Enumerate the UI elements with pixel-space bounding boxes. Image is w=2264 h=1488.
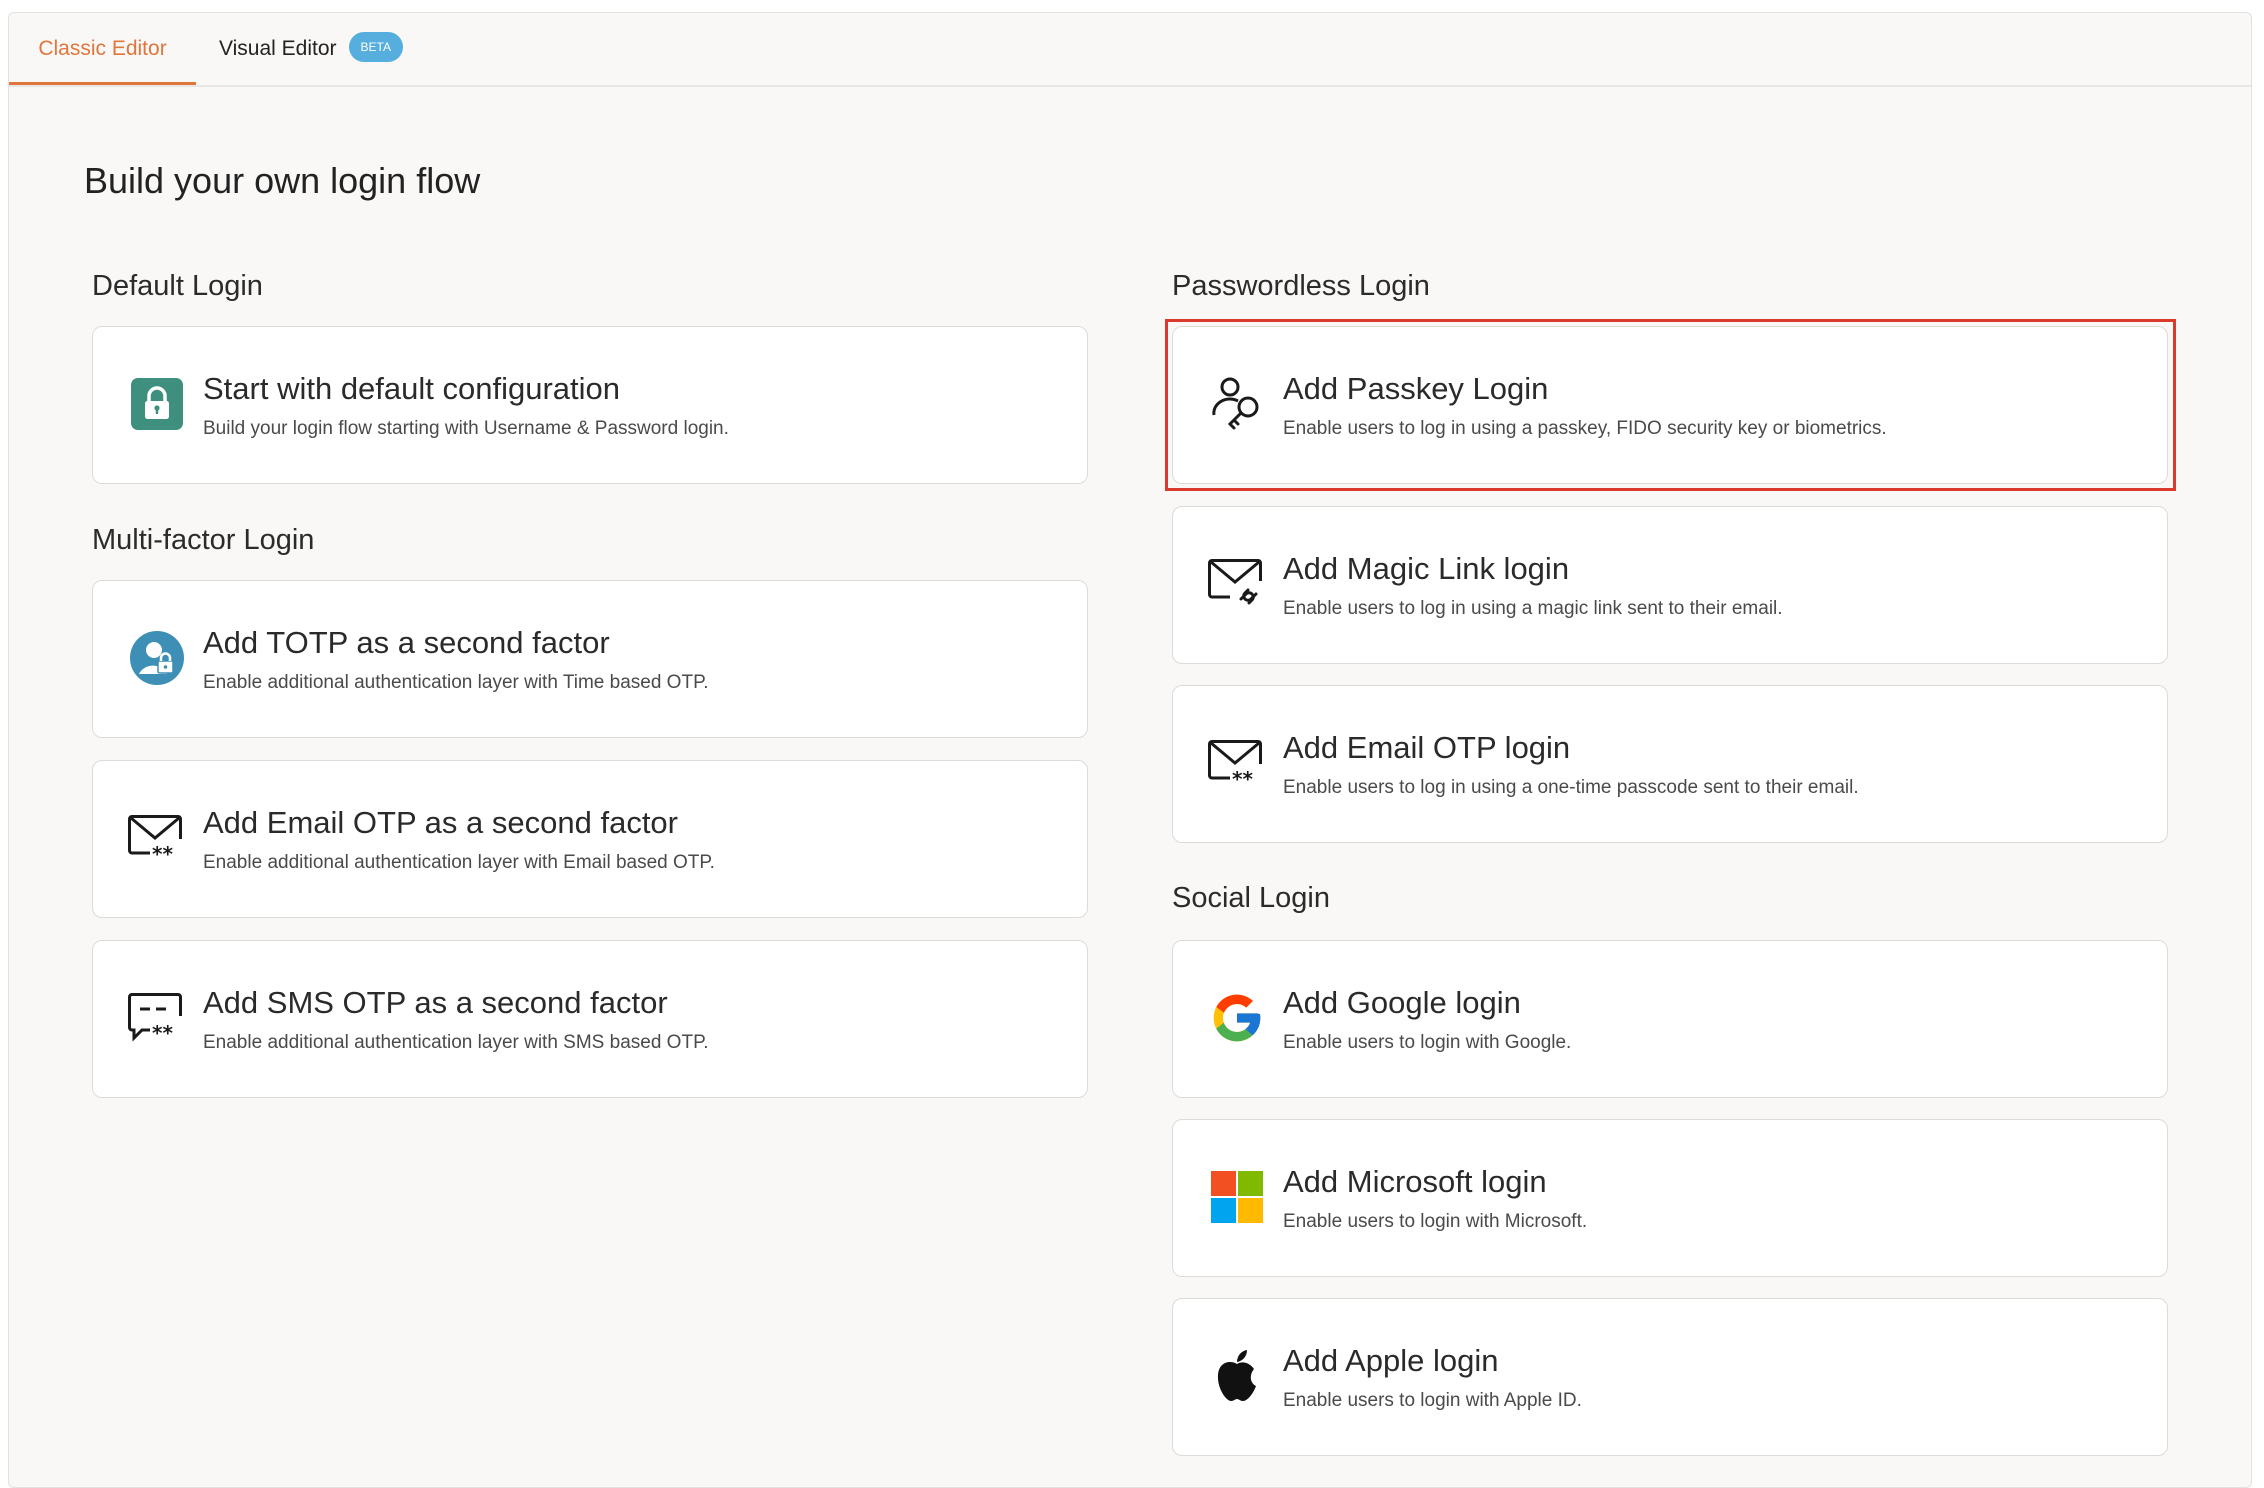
card-description: Enable users to log in using a magic lin… — [1283, 598, 1783, 619]
page-title: Build your own login flow — [84, 160, 481, 201]
svg-text:**: ** — [152, 842, 173, 863]
card-title: Add Email OTP login — [1283, 730, 1571, 765]
card-description: Enable users to log in using a passkey, … — [1283, 418, 1887, 439]
card-description: Enable additional authentication layer w… — [203, 1032, 709, 1053]
microsoft-icon — [1207, 1167, 1267, 1227]
tab-label: Classic Editor — [38, 37, 167, 60]
totp-user-lock-icon — [127, 628, 187, 688]
tab-visual-editor[interactable]: Visual Editor BETA — [219, 13, 434, 85]
card-sms-otp-second-factor[interactable]: ** Add SMS OTP as a second factor Enable… — [92, 940, 1088, 1098]
card-description: Enable additional authentication layer w… — [203, 672, 709, 693]
card-description: Enable users to log in using a one-time … — [1283, 777, 1859, 798]
card-description: Enable users to login with Apple ID. — [1283, 1390, 1582, 1411]
card-email-otp-second-factor[interactable]: ** Add Email OTP as a second factor Enab… — [92, 760, 1088, 918]
card-title: Add Magic Link login — [1283, 551, 1570, 586]
card-default-configuration[interactable]: Start with default configuration Build y… — [92, 326, 1088, 484]
card-title: Add Google login — [1283, 985, 1521, 1020]
editor-tabs: Classic Editor Visual Editor BETA — [9, 13, 2251, 87]
svg-text:**: ** — [152, 1021, 173, 1044]
card-description: Enable additional authentication layer w… — [203, 852, 715, 873]
tab-label: Visual Editor — [219, 37, 337, 60]
magic-link-icon — [1207, 554, 1267, 614]
card-description: Enable users to login with Microsoft. — [1283, 1211, 1588, 1232]
card-google-login[interactable]: Add Google login Enable users to login w… — [1172, 940, 2168, 1098]
sms-otp-icon: ** — [127, 988, 187, 1048]
card-magic-link-login[interactable]: Add Magic Link login Enable users to log… — [1172, 506, 2168, 664]
card-microsoft-login[interactable]: Add Microsoft login Enable users to logi… — [1172, 1119, 2168, 1277]
card-totp-second-factor[interactable]: Add TOTP as a second factor Enable addit… — [92, 580, 1088, 738]
card-passkey-login[interactable]: Add Passkey Login Enable users to log in… — [1172, 326, 2168, 484]
section-title-mfa: Multi-factor Login — [92, 524, 315, 556]
lock-icon — [127, 374, 187, 434]
card-apple-login[interactable]: Add Apple login Enable users to login wi… — [1172, 1298, 2168, 1456]
card-title: Add Apple login — [1283, 1343, 1499, 1378]
card-title: Add Email OTP as a second factor — [203, 805, 678, 840]
section-title-social: Social Login — [1172, 882, 1330, 914]
section-title-default-login: Default Login — [92, 270, 263, 302]
apple-icon — [1207, 1346, 1267, 1406]
passkey-icon — [1207, 374, 1267, 434]
card-title: Add Microsoft login — [1283, 1164, 1547, 1199]
section-title-passwordless: Passwordless Login — [1172, 270, 1430, 302]
svg-text:**: ** — [1232, 767, 1253, 788]
card-description: Build your login flow starting with User… — [203, 418, 729, 439]
card-title: Start with default configuration — [203, 371, 621, 406]
card-email-otp-login[interactable]: ** Add Email OTP login Enable users to l… — [1172, 685, 2168, 843]
beta-badge: BETA — [348, 32, 403, 63]
card-description: Enable users to login with Google. — [1283, 1032, 1572, 1053]
card-title: Add TOTP as a second factor — [203, 625, 610, 660]
card-title: Add Passkey Login — [1283, 371, 1549, 406]
email-otp-icon: ** — [1207, 733, 1267, 793]
card-title: Add SMS OTP as a second factor — [203, 985, 668, 1020]
tab-classic-editor[interactable]: Classic Editor — [9, 13, 196, 85]
email-otp-icon: ** — [127, 808, 187, 868]
google-icon — [1207, 988, 1267, 1048]
